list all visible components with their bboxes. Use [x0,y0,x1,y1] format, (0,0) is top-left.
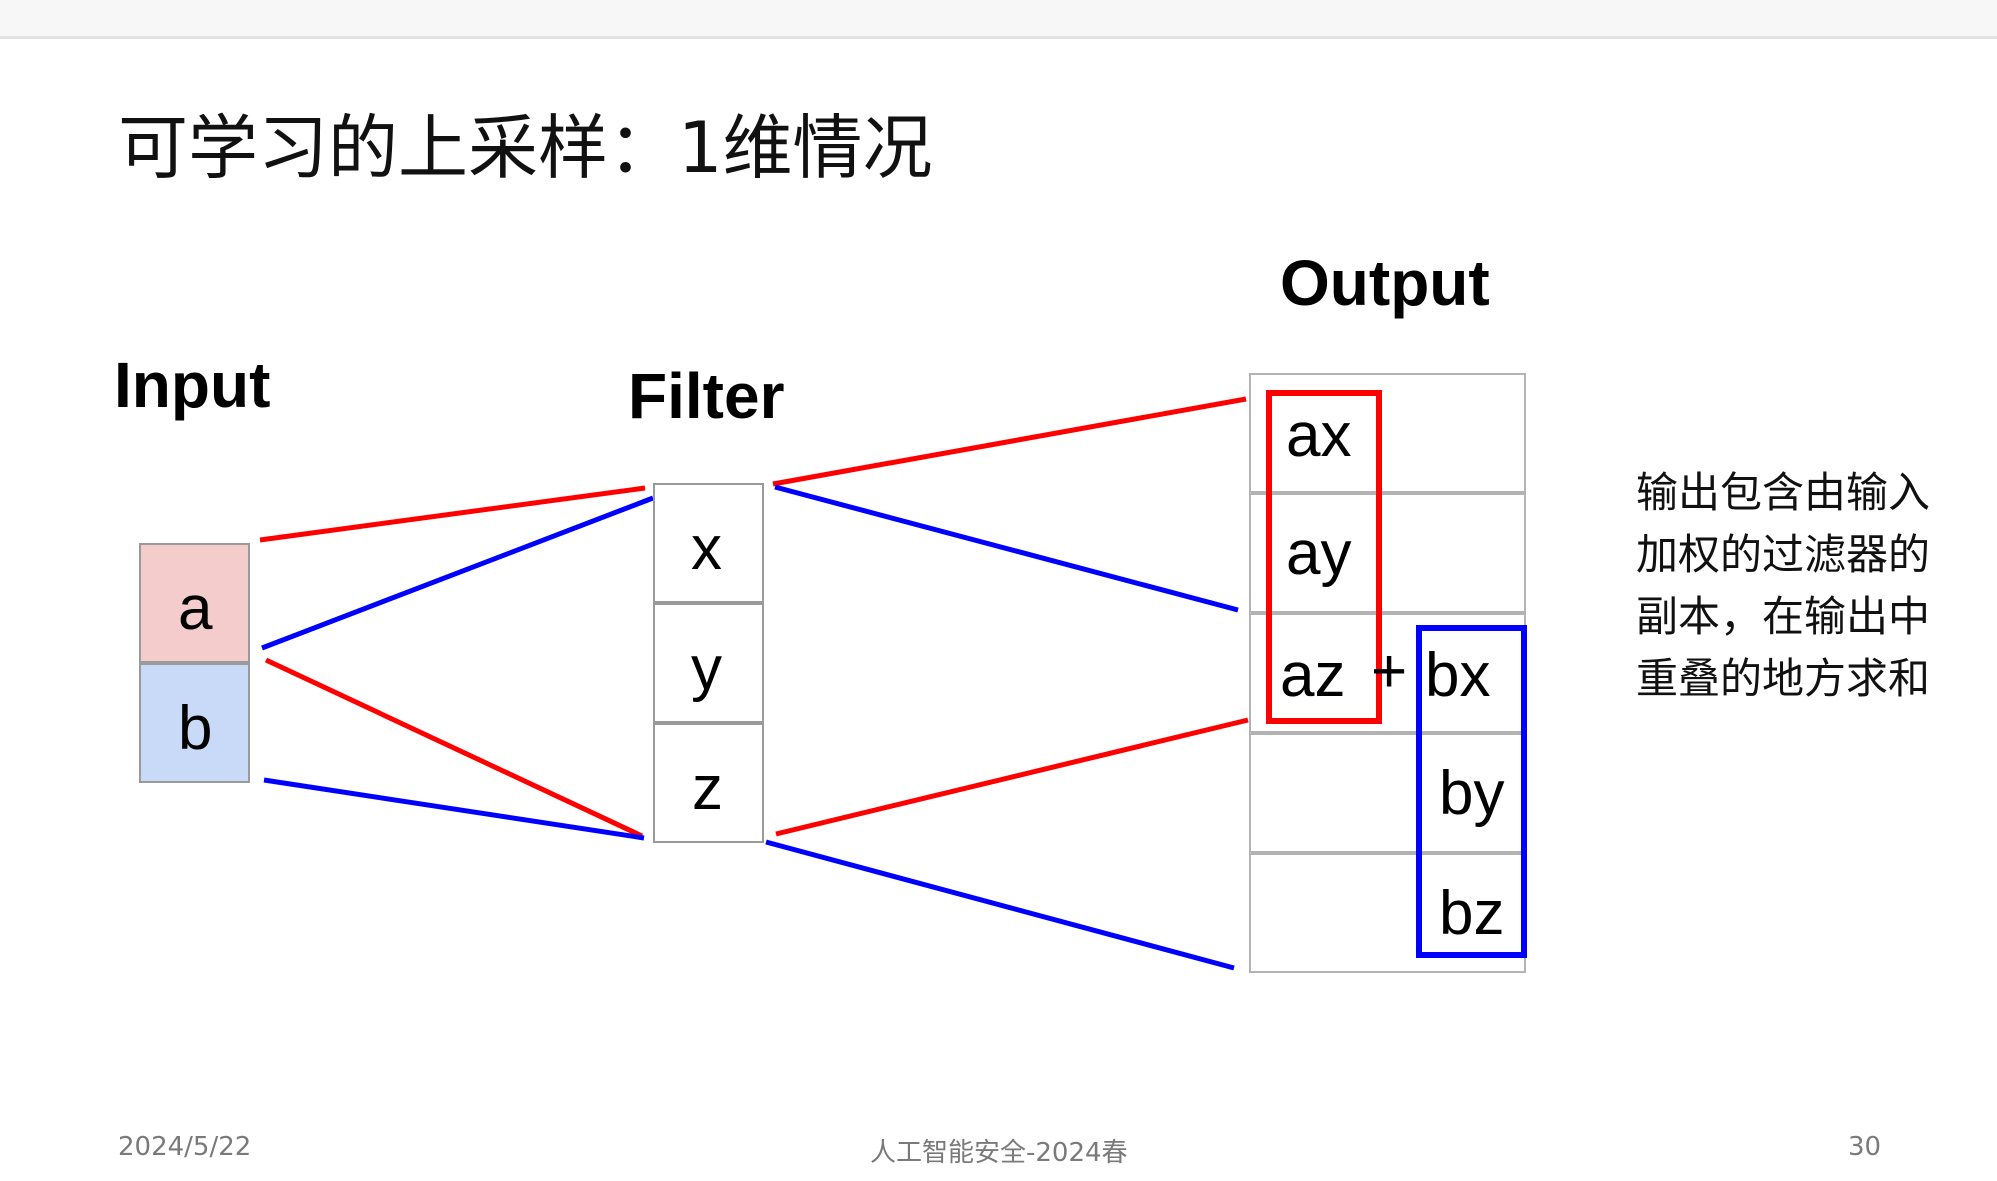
output-term-az: az [1280,641,1346,710]
line-a-to-filter-top [259,485,646,543]
output-term-bz: bz [1439,879,1505,948]
line-filter-top-to-b-output-top [774,484,1239,613]
output-term-by: by [1439,759,1505,828]
filter-cell-x: x [653,483,764,603]
output-label: Output [1280,247,1490,319]
line-b-to-filter-top [261,495,654,651]
input-cell-b-label: b [178,694,213,763]
footer-page-number: 30 [1848,1132,1882,1162]
line-filter-bottom-to-a-output-bottom [775,717,1249,837]
input-cell-b: b [139,663,250,783]
filter-cell-x-label: x [691,514,722,583]
input-cell-a: a [139,543,250,663]
input-cell-a-label: a [178,574,213,643]
output-term-ay: ay [1286,519,1352,588]
line-filter-bottom-to-b-output-bottom [765,839,1235,971]
footer-course: 人工智能安全-2024春 [870,1138,1128,1168]
output-term-ax: ax [1286,401,1352,470]
filter-cell-z: z [653,723,764,843]
filter-cell-z-label: z [692,754,723,823]
output-term-bx: bx [1425,641,1491,710]
plus-sign: + [1371,637,1408,706]
input-label: Input [114,349,271,421]
line-filter-top-to-a-output-top [772,396,1247,487]
footer-date: 2024/5/22 [118,1132,252,1162]
filter-cell-y-label: y [691,634,722,703]
explanation-note: 输出包含由输入加权的过滤器的副本，在输出中重叠的地方求和 [1636,468,1931,703]
filter-cell-y: y [653,603,764,723]
filter-label: Filter [628,360,785,432]
